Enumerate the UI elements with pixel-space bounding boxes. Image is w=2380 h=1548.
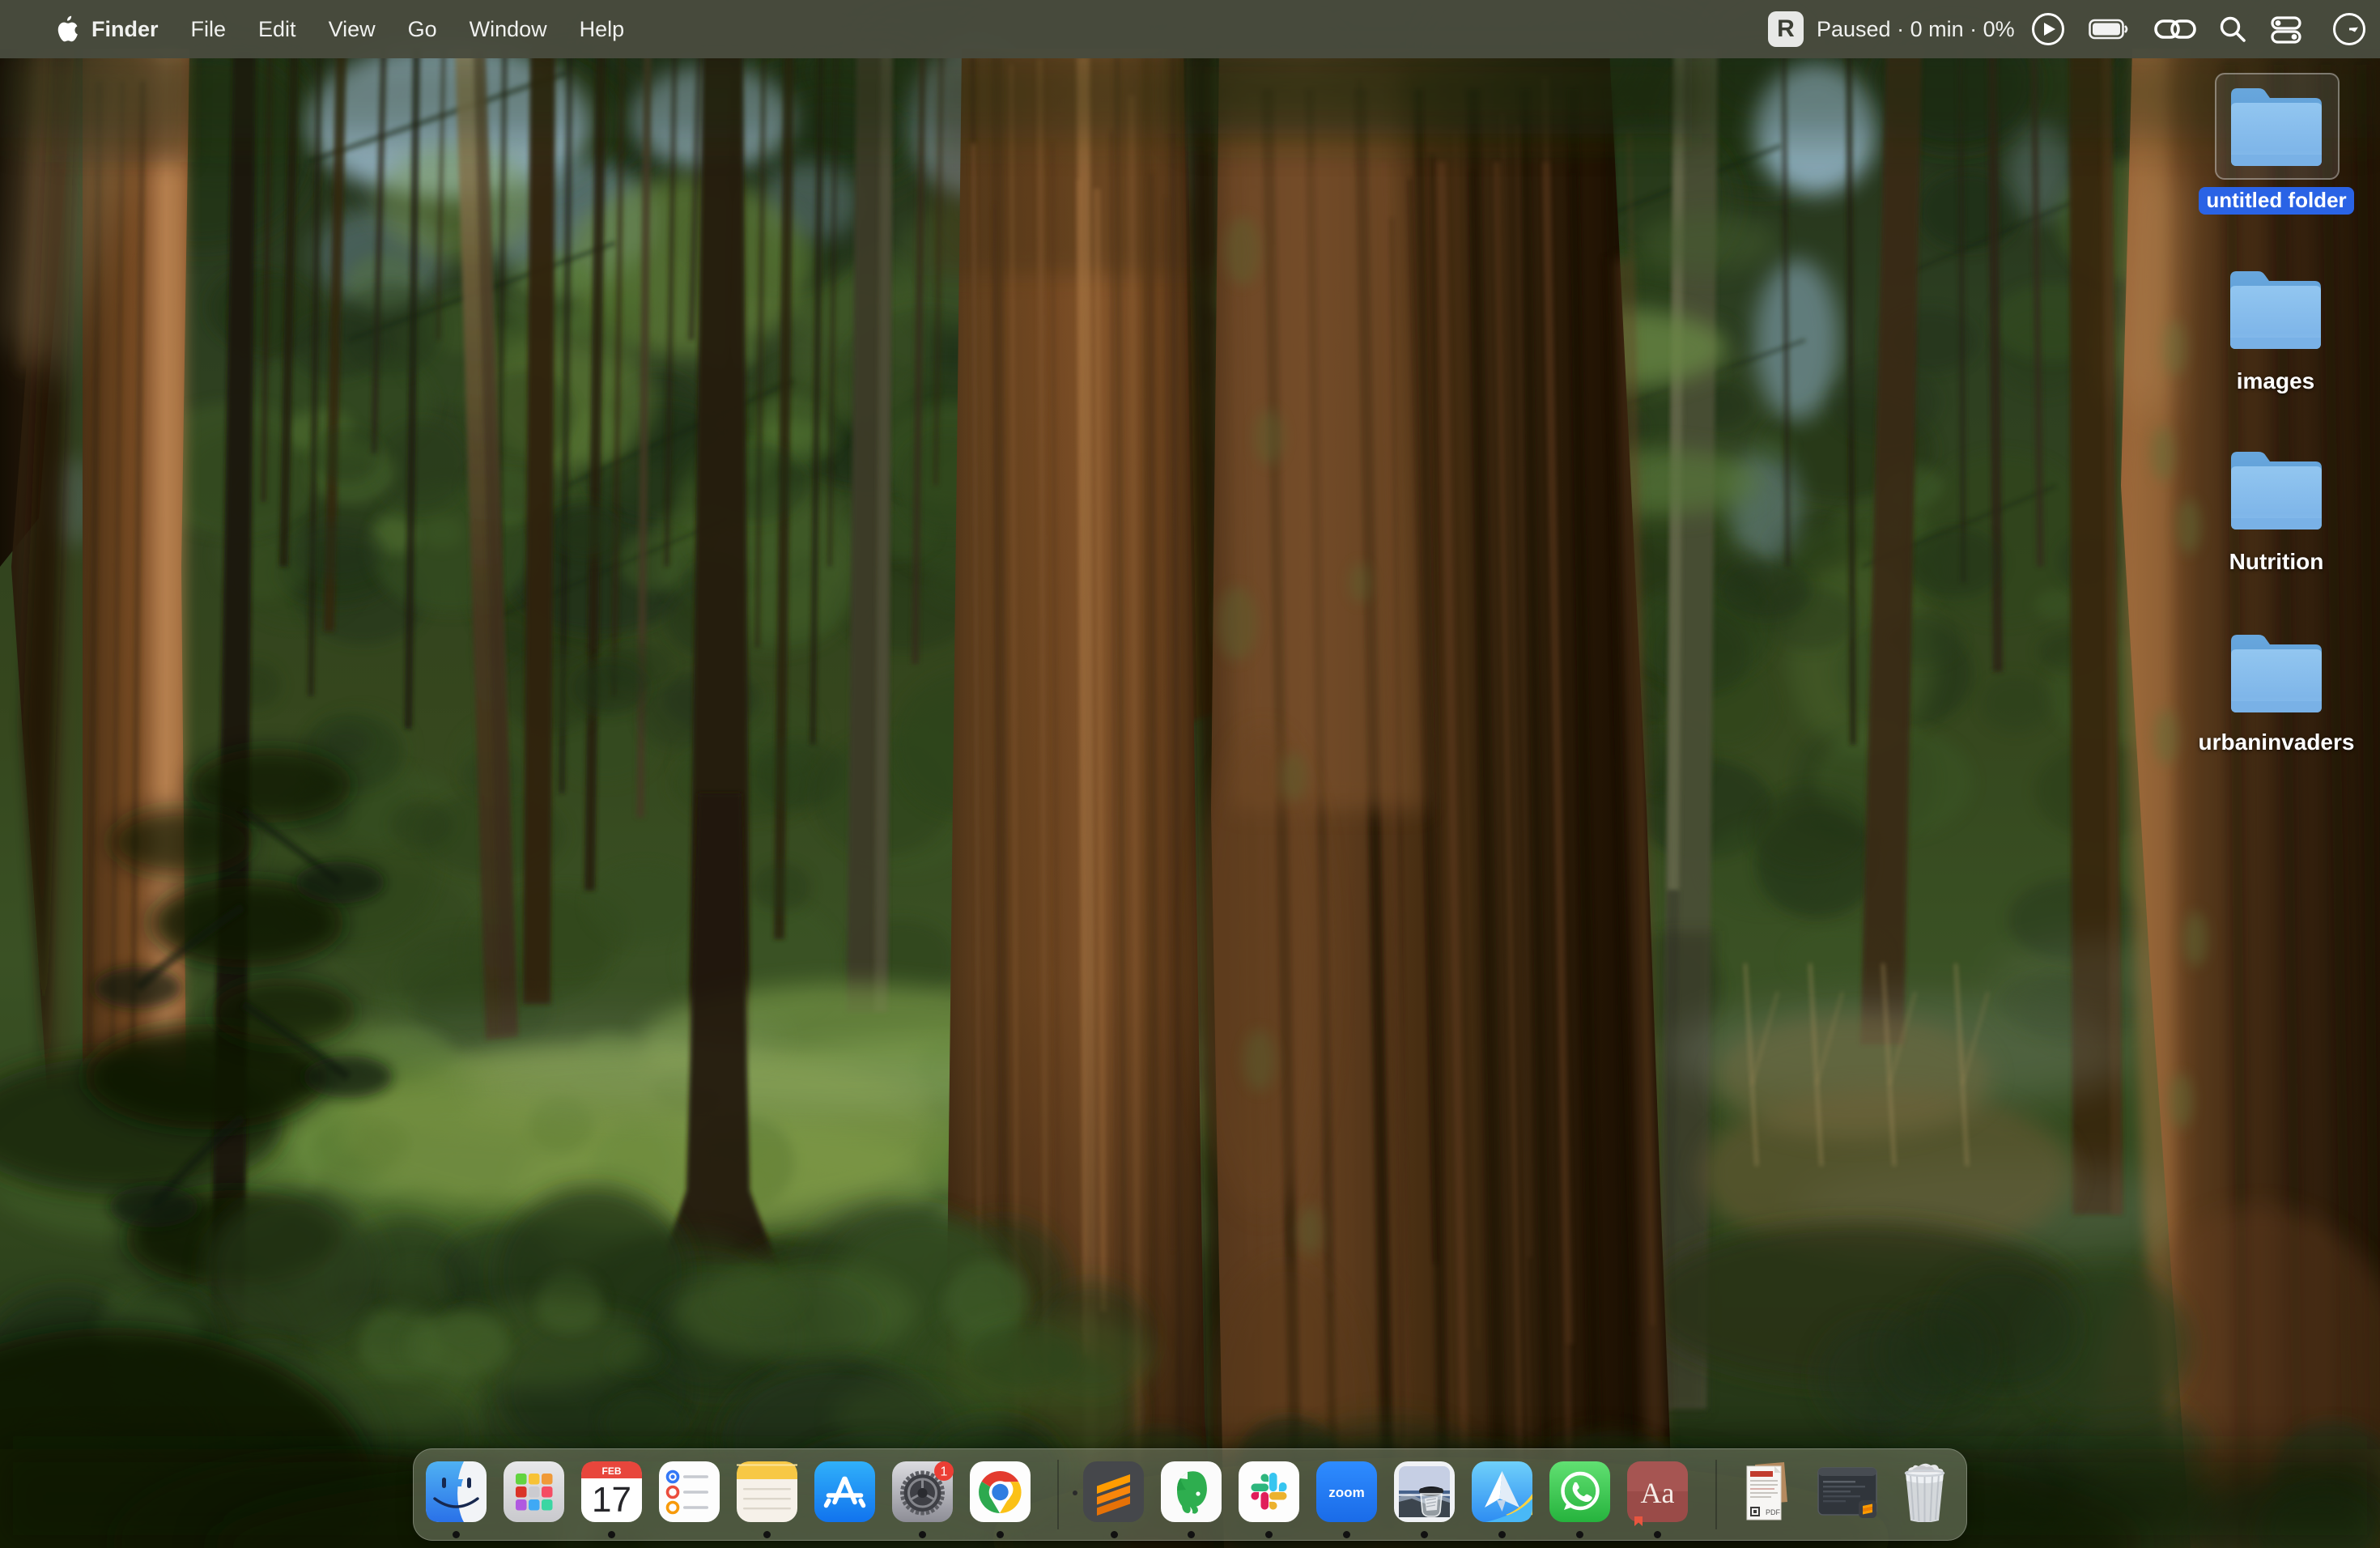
svg-text:zoom: zoom (1328, 1485, 1364, 1500)
svg-text:PDF: PDF (1766, 1508, 1781, 1516)
svg-text:17: 17 (592, 1480, 631, 1520)
svg-text:1: 1 (941, 1465, 948, 1479)
svg-text:Aa: Aa (1641, 1477, 1675, 1509)
svg-text:FEB: FEB (602, 1465, 622, 1477)
